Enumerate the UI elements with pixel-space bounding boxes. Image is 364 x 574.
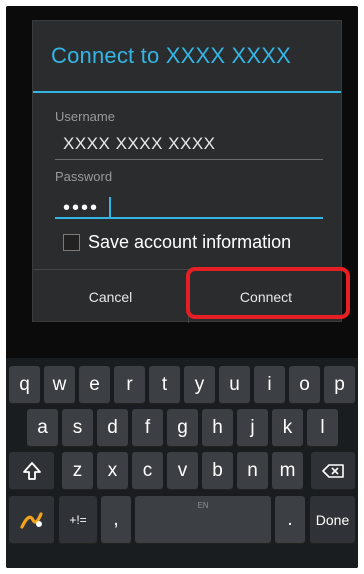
key-r[interactable]: r <box>114 366 145 404</box>
swype-key[interactable] <box>9 496 54 544</box>
username-label: Username <box>55 109 115 124</box>
key-x[interactable]: x <box>97 452 128 490</box>
password-label: Password <box>55 169 113 184</box>
key-l[interactable]: l <box>307 409 338 447</box>
key-j[interactable]: j <box>237 409 268 447</box>
swype-icon <box>19 512 43 529</box>
space-key[interactable]: EN <box>135 496 271 544</box>
username-field[interactable]: XXXX XXXX XXXX <box>63 134 216 154</box>
key-w[interactable]: w <box>44 366 75 404</box>
phone-screen: Connect to XXXX XXXX Username XXXX XXXX … <box>6 6 358 568</box>
key-o[interactable]: o <box>289 366 320 404</box>
password-underline <box>55 217 323 219</box>
key-g[interactable]: g <box>167 409 198 447</box>
period-key[interactable]: . <box>275 496 305 544</box>
dialog-title: Connect to XXXX XXXX <box>51 43 292 68</box>
shift-icon <box>22 462 41 480</box>
cancel-button[interactable]: Cancel <box>33 270 188 323</box>
comma-key[interactable]: , <box>101 496 131 544</box>
key-n[interactable]: n <box>237 452 268 490</box>
key-v[interactable]: v <box>167 452 198 490</box>
backspace-icon <box>322 464 344 478</box>
key-q[interactable]: q <box>9 366 40 404</box>
key-c[interactable]: c <box>132 452 163 490</box>
key-z[interactable]: z <box>62 452 93 490</box>
key-m[interactable]: m <box>272 452 303 490</box>
key-y[interactable]: y <box>184 366 215 404</box>
save-account-checkbox[interactable] <box>63 234 80 251</box>
key-s[interactable]: s <box>62 409 93 447</box>
key-h[interactable]: h <box>202 409 233 447</box>
key-b[interactable]: b <box>202 452 233 490</box>
title-divider <box>33 91 341 93</box>
key-f[interactable]: f <box>132 409 163 447</box>
done-key[interactable]: Done <box>310 496 355 544</box>
shift-key[interactable] <box>9 452 54 490</box>
key-i[interactable]: i <box>254 366 285 404</box>
symbols-key[interactable]: +!= <box>59 496 97 544</box>
connect-highlight-box <box>186 267 350 319</box>
key-t[interactable]: t <box>149 366 180 404</box>
password-field[interactable]: •••• <box>63 198 99 218</box>
save-account-label[interactable]: Save account information <box>88 232 291 253</box>
key-u[interactable]: u <box>219 366 250 404</box>
text-cursor <box>109 197 111 219</box>
username-underline <box>55 159 323 160</box>
key-e[interactable]: e <box>79 366 110 404</box>
key-d[interactable]: d <box>97 409 128 447</box>
key-a[interactable]: a <box>27 409 58 447</box>
soft-keyboard: q w e r t y u i o p a s d f g h j k l z … <box>6 358 358 568</box>
backspace-key[interactable] <box>311 452 355 490</box>
key-k[interactable]: k <box>272 409 303 447</box>
key-p[interactable]: p <box>324 366 355 404</box>
